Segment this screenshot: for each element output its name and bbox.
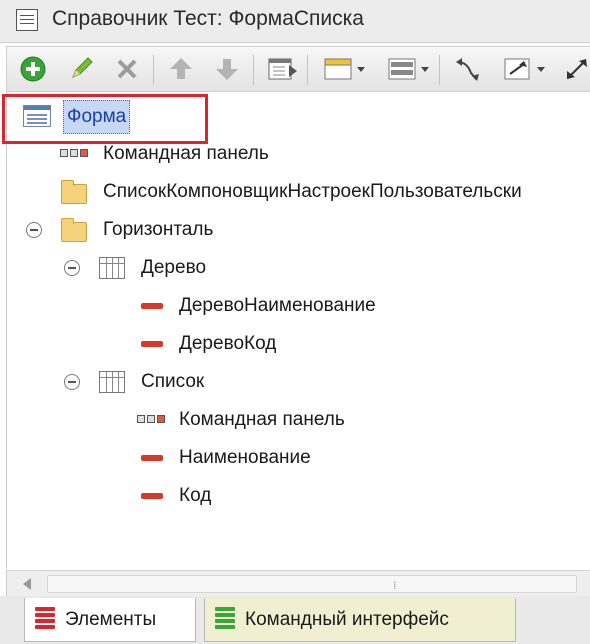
add-button[interactable] [17,53,49,85]
toolbar-separator [307,55,308,85]
folder-icon [61,218,87,242]
resize-dropdown-button[interactable] [501,53,549,85]
elements-tab-icon [35,607,55,629]
tab-elements[interactable]: Элементы [24,598,196,642]
tree-node[interactable]: ДеревоКод [137,328,577,360]
tree-node-label: Дерево [141,257,207,278]
tree-node[interactable]: Код [137,480,577,512]
tree-node-label: Наименование [179,447,311,468]
window-title-bar: Справочник Тест: ФормаСписка [0,0,590,43]
tree-node[interactable]: Наименование [137,442,577,474]
tree-node-label: Код [179,485,212,506]
tree-node[interactable]: Дерево [97,252,577,284]
move-up-button[interactable] [165,53,197,85]
tree-node-label: Командная панель [103,143,269,164]
collapse-toggle[interactable] [26,222,42,238]
command-interface-tab-icon [215,607,235,629]
field-icon [141,303,163,309]
field-icon [141,341,163,347]
move-down-icon [216,59,238,80]
toolbar-separator [439,55,440,85]
form-window-icon [16,9,38,31]
bottom-tabs: Элементы Командный интерфейс [0,596,590,644]
field-icon [141,493,163,499]
toolbar [6,46,590,92]
window-title: Справочник Тест: ФормаСписка [52,7,364,30]
panel-dropdown-icon [324,58,365,80]
tab-label: Командный интерфейс [245,609,449,630]
folder-icon [61,180,87,204]
delete-x-icon [117,59,137,79]
tree-node[interactable]: Командная панель [135,404,575,436]
swap-arrows-icon [456,58,479,81]
pencil-icon [72,57,93,78]
add-circle-icon [20,56,46,82]
grip-icon: ⁞ [393,579,397,592]
tab-label: Элементы [65,609,157,630]
tree-node[interactable]: Список [97,366,577,398]
expand-icon [567,59,587,79]
move-up-icon [170,58,192,79]
table-icon [99,371,125,393]
tree-node-label: Командная панель [179,409,345,430]
field-icon [141,455,163,461]
edit-button[interactable] [65,53,97,85]
tab-command-interface[interactable]: Командный интерфейс [204,598,516,642]
tree-node[interactable]: СписокКомпоновщикНастроекПользовательски [57,176,590,208]
tree-node[interactable]: Горизонталь [57,214,577,246]
collapse-toggle[interactable] [64,374,80,390]
tree-node-label: Форма [63,100,131,134]
move-down-button[interactable] [211,53,243,85]
expand-button[interactable] [561,53,590,85]
form-icon [23,105,51,127]
tree-node-label: ДеревоКод [179,333,277,354]
tree-node[interactable]: Командная панель [57,138,577,170]
collapse-toggle[interactable] [64,260,80,276]
tree-node-label: Горизонталь [103,219,214,240]
panel-dropdown-button[interactable] [321,53,369,85]
delete-button[interactable] [111,53,143,85]
form-properties-icon [268,58,297,80]
scroll-left-icon[interactable] [23,578,31,590]
resize-dropdown-icon [504,58,545,80]
tree-node-label: Список [141,371,205,392]
form-properties-button[interactable] [265,53,297,85]
scrollbar-thumb[interactable]: ⁞ [47,575,577,593]
table-icon [99,257,125,279]
tree-node[interactable]: ДеревоНаименование [137,290,577,322]
toolbar-separator [253,55,254,85]
tree-node-label: СписокКомпоновщикНастроекПользовательски [103,181,522,202]
tree-node-label: ДеревоНаименование [179,295,376,316]
layout-dropdown-icon [388,58,429,80]
layout-dropdown-button[interactable] [385,53,433,85]
swap-button[interactable] [451,53,483,85]
element-tree: Форма Командная панель СписокКомпоновщик… [6,92,590,569]
tree-node-form-root[interactable]: Форма [17,100,217,134]
horizontal-scrollbar[interactable]: ⁞ [6,570,590,596]
command-bar-icon [137,415,167,425]
command-bar-icon [60,149,90,159]
toolbar-separator [153,55,154,85]
